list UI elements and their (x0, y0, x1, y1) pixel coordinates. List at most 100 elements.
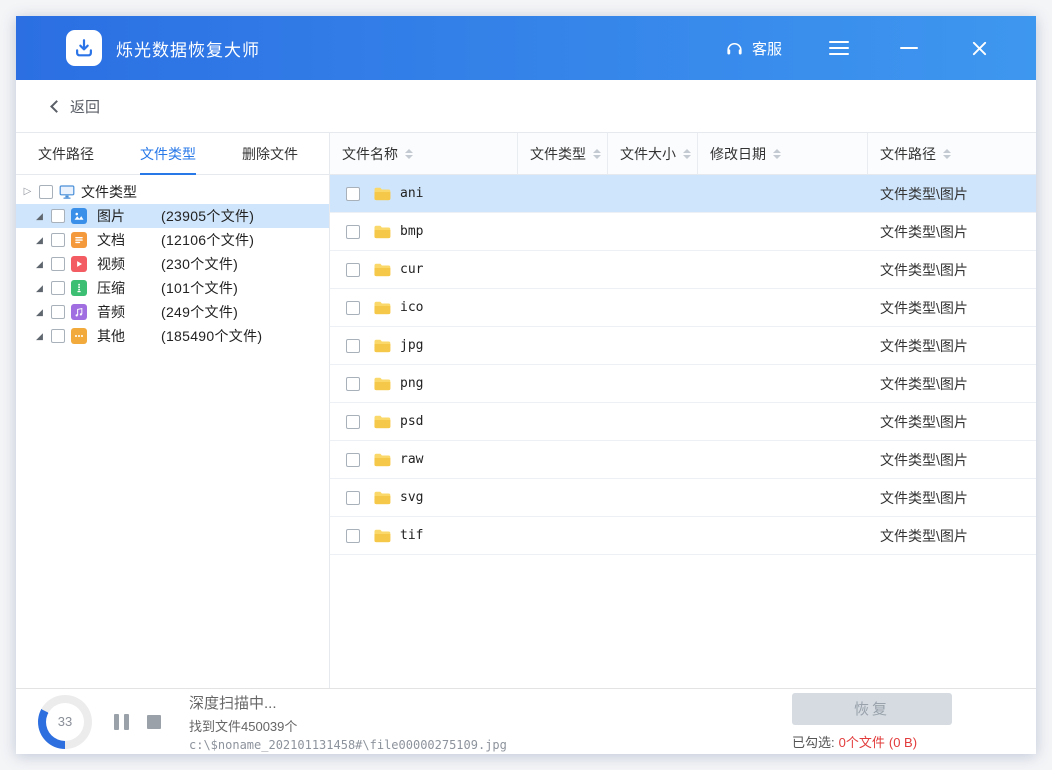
headset-icon (725, 39, 744, 58)
scan-progress-ring: 33 (38, 695, 92, 749)
tree-item-videos[interactable]: ◢ 视频 (230个文件) (16, 252, 329, 276)
tab-deleted-files[interactable]: 删除文件 (242, 133, 298, 174)
table-row[interactable]: bmp 文件类型\图片 (330, 213, 1036, 251)
file-type-tree: ▷ 文件类型 ◢ 图片 (23905个文件) (16, 175, 329, 348)
image-icon (71, 208, 87, 224)
tab-file-path[interactable]: 文件路径 (38, 133, 94, 174)
files-found-text: 找到文件450039个 (189, 716, 507, 735)
tree-root-checkbox[interactable] (39, 185, 53, 199)
folder-icon (373, 452, 391, 467)
expand-expanded-icon[interactable]: ◢ (34, 236, 45, 245)
tree-item-count: (12106个文件) (161, 230, 254, 250)
support-label: 客服 (752, 38, 782, 59)
tree-item-count: (230个文件) (161, 254, 238, 274)
audio-icon (71, 304, 87, 320)
menu-icon (829, 41, 849, 55)
file-path: 文件类型\图片 (880, 374, 968, 394)
tree-item-checkbox[interactable] (51, 233, 65, 247)
tree-item-archives[interactable]: ◢ 压缩 (101个文件) (16, 276, 329, 300)
expand-expanded-icon[interactable]: ◢ (34, 308, 45, 317)
stop-button[interactable] (147, 715, 161, 729)
row-checkbox[interactable] (346, 301, 360, 315)
support-button[interactable]: 客服 (725, 38, 782, 59)
column-header-name[interactable]: 文件名称 (330, 133, 518, 174)
file-path: 文件类型\图片 (880, 184, 968, 204)
selected-size: (0 B) (889, 735, 917, 750)
row-checkbox[interactable] (346, 491, 360, 505)
folder-icon (373, 224, 391, 239)
tree-item-checkbox[interactable] (51, 209, 65, 223)
table-row[interactable]: cur 文件类型\图片 (330, 251, 1036, 289)
archive-icon (71, 280, 87, 296)
app-title: 烁光数据恢复大师 (116, 36, 260, 61)
tab-file-type[interactable]: 文件类型 (140, 133, 196, 174)
column-header-size[interactable]: 文件大小 (608, 133, 698, 174)
expand-expanded-icon[interactable]: ◢ (34, 284, 45, 293)
file-path: 文件类型\图片 (880, 450, 968, 470)
table-row[interactable]: svg 文件类型\图片 (330, 479, 1036, 517)
table-row[interactable]: png 文件类型\图片 (330, 365, 1036, 403)
expand-expanded-icon[interactable]: ◢ (34, 332, 45, 341)
tree-root[interactable]: ▷ 文件类型 (16, 180, 329, 204)
sort-icon (405, 149, 413, 159)
table-row[interactable]: psd 文件类型\图片 (330, 403, 1036, 441)
file-path: 文件类型\图片 (880, 298, 968, 318)
expand-collapsed-icon[interactable]: ▷ (22, 187, 33, 197)
tree-item-checkbox[interactable] (51, 281, 65, 295)
table-row[interactable]: ani 文件类型\图片 (330, 175, 1036, 213)
back-button[interactable]: 返回 (52, 96, 100, 117)
pause-button[interactable] (114, 714, 129, 730)
expand-expanded-icon[interactable]: ◢ (34, 212, 45, 221)
menu-button[interactable] (826, 35, 852, 61)
tree-item-checkbox[interactable] (51, 305, 65, 319)
tree-item-label: 其他 (97, 326, 155, 346)
row-checkbox[interactable] (346, 529, 360, 543)
tree-item-checkbox[interactable] (51, 257, 65, 271)
column-header-date[interactable]: 修改日期 (698, 133, 868, 174)
row-checkbox[interactable] (346, 377, 360, 391)
tree-item-label: 音频 (97, 302, 155, 322)
column-header-path[interactable]: 文件路径 (868, 133, 1036, 174)
folder-icon (373, 338, 391, 353)
sidebar-tabs: 文件路径 文件类型 删除文件 (16, 133, 329, 175)
table-row[interactable]: raw 文件类型\图片 (330, 441, 1036, 479)
row-checkbox[interactable] (346, 339, 360, 353)
tree-item-label: 文档 (97, 230, 155, 250)
recover-button[interactable]: 恢复 (792, 693, 952, 725)
tree-item-count: (101个文件) (161, 278, 238, 298)
file-table: 文件名称 文件类型 文件大小 修改日期 文件路径 (330, 133, 1036, 688)
expand-expanded-icon[interactable]: ◢ (34, 260, 45, 269)
file-name: jpg (400, 338, 423, 353)
table-row[interactable]: jpg 文件类型\图片 (330, 327, 1036, 365)
tree-item-label: 图片 (97, 206, 155, 226)
tree-item-checkbox[interactable] (51, 329, 65, 343)
row-checkbox[interactable] (346, 225, 360, 239)
row-checkbox[interactable] (346, 187, 360, 201)
folder-icon (373, 528, 391, 543)
table-row[interactable]: ico 文件类型\图片 (330, 289, 1036, 327)
minimize-icon (900, 47, 918, 49)
row-checkbox[interactable] (346, 263, 360, 277)
tree-item-documents[interactable]: ◢ 文档 (12106个文件) (16, 228, 329, 252)
file-name: raw (400, 452, 423, 467)
current-file-path: c:\$noname_202101131458#\file00000275109… (189, 738, 507, 752)
row-checkbox[interactable] (346, 453, 360, 467)
table-row[interactable]: tif 文件类型\图片 (330, 517, 1036, 555)
status-bar: 33 深度扫描中... 找到文件450039个 c:\$noname_20210… (16, 688, 1036, 754)
selected-count: 0个文件 (839, 735, 885, 750)
other-icon (71, 328, 87, 344)
selection-summary: 已勾选:0个文件(0 B) (792, 732, 917, 751)
sort-icon (593, 149, 601, 159)
column-header-type[interactable]: 文件类型 (518, 133, 608, 174)
video-icon (71, 256, 87, 272)
file-path: 文件类型\图片 (880, 260, 968, 280)
file-name: ico (400, 300, 423, 315)
tree-item-images[interactable]: ◢ 图片 (23905个文件) (16, 204, 329, 228)
scan-info: 深度扫描中... 找到文件450039个 c:\$noname_20210113… (189, 692, 507, 752)
minimize-button[interactable] (896, 35, 922, 61)
close-button[interactable] (966, 35, 992, 61)
tree-item-audio[interactable]: ◢ 音频 (249个文件) (16, 300, 329, 324)
tree-item-others[interactable]: ◢ 其他 (185490个文件) (16, 324, 329, 348)
chevron-left-icon (50, 100, 63, 113)
row-checkbox[interactable] (346, 415, 360, 429)
